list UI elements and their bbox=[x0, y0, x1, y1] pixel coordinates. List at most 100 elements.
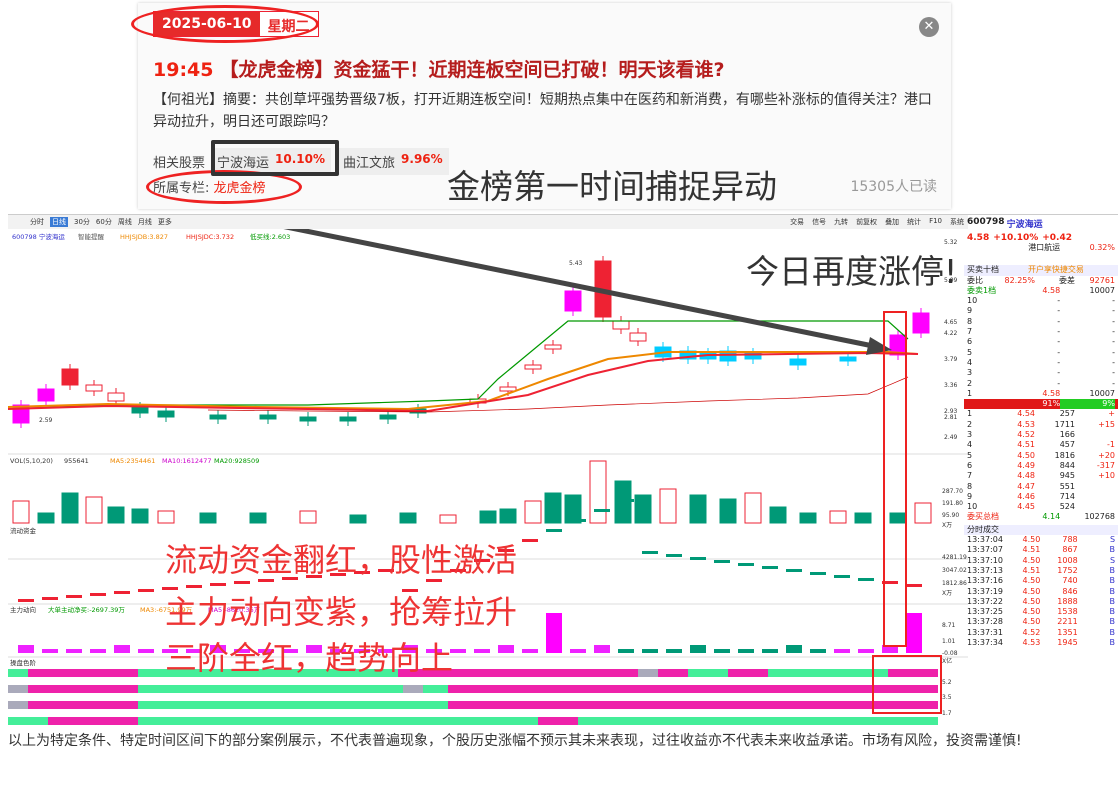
kline-window[interactable]: 分时 日线 30分 60分 周线 月线 更多 交易 信号 九转 前复权 叠加 统… bbox=[8, 214, 1118, 730]
industry-row[interactable]: 港口航运 0.32% bbox=[964, 243, 1118, 253]
main-legend-c: 低买线:2.603 bbox=[250, 232, 290, 241]
tab-monthly[interactable]: 月线 bbox=[138, 217, 152, 227]
buy1-volume: 10007 bbox=[1089, 388, 1115, 398]
quote-diff: +0.42 bbox=[1042, 233, 1072, 243]
menu-overlay[interactable]: 叠加 bbox=[885, 217, 899, 227]
stage-legend: 操盘色阶 bbox=[10, 658, 37, 667]
sell-levels: 10- -9- -8- -7- -6- -5- -4- -3- -2- - bbox=[964, 296, 1118, 389]
flow-bar bbox=[546, 529, 562, 532]
annotation-capture: 金榜第一时间捕捉异动 bbox=[447, 167, 777, 206]
menu-stats[interactable]: 统计 bbox=[907, 217, 921, 227]
menu-trade[interactable]: 交易 bbox=[790, 217, 804, 227]
ratio-row: 委比 82.25% 委差 92761 bbox=[964, 276, 1118, 286]
candle bbox=[912, 312, 930, 334]
volume-bar bbox=[85, 496, 103, 524]
stage-segment bbox=[8, 685, 28, 693]
open-account-link[interactable]: 开户享快捷交易 bbox=[1028, 265, 1115, 275]
stage-segment bbox=[138, 685, 403, 693]
main-flow-bar bbox=[138, 649, 154, 653]
related-label: 相关股票 bbox=[153, 156, 206, 171]
flow-bar bbox=[762, 566, 778, 569]
reader-count: 15305人已读 bbox=[850, 179, 937, 195]
candle bbox=[85, 384, 103, 392]
menu-nine[interactable]: 九转 bbox=[834, 217, 848, 227]
volume-bar bbox=[719, 498, 737, 524]
volume-bar bbox=[829, 510, 847, 524]
candle bbox=[37, 388, 55, 402]
wc-value: 92761 bbox=[1089, 275, 1115, 285]
flow-bar bbox=[714, 560, 730, 563]
main-flow-bar bbox=[714, 649, 730, 653]
menu-signal[interactable]: 信号 bbox=[812, 217, 826, 227]
sub-axis-tick: 1.01 bbox=[942, 638, 956, 645]
news-headline[interactable]: 19:45 【龙虎金榜】资金猛干！近期连板空间已打破！明天该看谁? bbox=[153, 55, 725, 82]
candle bbox=[107, 392, 125, 402]
main-legend2-name: 主力动向 bbox=[10, 605, 36, 614]
stage-segment bbox=[448, 685, 938, 693]
main-legend-a: HHJSJDB:3.827 bbox=[120, 233, 168, 241]
stage-segment bbox=[8, 717, 48, 725]
menu-adjust[interactable]: 前复权 bbox=[856, 217, 877, 227]
candle bbox=[209, 414, 227, 420]
tab-more[interactable]: 更多 bbox=[158, 217, 172, 227]
main-flow-bar bbox=[618, 649, 634, 653]
sell-level: 6-- bbox=[967, 337, 1115, 347]
menu-system[interactable]: 系统 bbox=[950, 217, 964, 227]
candle bbox=[379, 414, 397, 420]
menu-f10[interactable]: F10 bbox=[929, 217, 942, 227]
main-legend-ind: 智能提醒 bbox=[78, 232, 105, 241]
flow-bar bbox=[210, 583, 226, 586]
sell-level: 2-- bbox=[967, 378, 1115, 388]
buy1-label: 1 bbox=[967, 388, 973, 398]
tab-weekly[interactable]: 周线 bbox=[118, 217, 132, 227]
sub-axis-tick: 191.80 bbox=[942, 500, 963, 507]
kline-chart[interactable]: 600798 宁波海运 智能提醒 HHJSJDB:3.827 HHJSJDC:3… bbox=[8, 229, 968, 731]
tick-row: 13:37:10 4.50 1008 S bbox=[967, 555, 1116, 565]
industry-change: 0.32% bbox=[1089, 243, 1115, 252]
wb-label: 委比 bbox=[967, 275, 983, 285]
main-flow-bar bbox=[906, 613, 922, 653]
tick-row: 13:37:34 4.53 1945 B bbox=[967, 637, 1116, 647]
tab-daily[interactable]: 日线 bbox=[50, 217, 68, 227]
flow-bar bbox=[906, 584, 922, 587]
price-tick: 4.22 bbox=[944, 330, 958, 337]
stage-segment bbox=[448, 701, 938, 709]
flow-legend: 流动资金 bbox=[10, 526, 37, 535]
main-flow-bar bbox=[858, 649, 874, 653]
close-icon[interactable]: ✕ bbox=[919, 17, 939, 37]
sub-axis-tick: -0.08 bbox=[942, 650, 958, 657]
stage-segment bbox=[28, 701, 138, 709]
main-flow-bar bbox=[42, 649, 58, 653]
buy1-price: 4.58 bbox=[1042, 388, 1061, 398]
tab-minute[interactable]: 分时 bbox=[30, 217, 44, 227]
tab-60min[interactable]: 60分 bbox=[96, 217, 112, 227]
candle bbox=[61, 368, 79, 386]
flow-bar bbox=[90, 593, 106, 596]
stage-segment bbox=[688, 669, 728, 677]
volume-bar bbox=[564, 494, 582, 524]
main-flow-bar bbox=[810, 649, 826, 653]
sell1-row: 委卖1档 4.58 10007 bbox=[964, 286, 1118, 296]
tick-row: 13:37:19 4.50 846 B bbox=[967, 586, 1116, 596]
quote-panel: 600798 宁波海运 4.58 +10.10% +0.42 港口航运 0.32% 买卖… bbox=[964, 214, 1118, 730]
ma-line-red bbox=[8, 351, 919, 413]
chart-toolbar: 分时 日线 30分 60分 周线 月线 更多 交易 信号 九转 前复权 叠加 统… bbox=[8, 215, 968, 229]
ratio-left: 91% bbox=[1042, 399, 1061, 409]
stock-chip-2[interactable]: 曲江文旅 9.96% bbox=[337, 148, 449, 175]
tab-30min[interactable]: 30分 bbox=[74, 217, 90, 227]
main-flow-bar bbox=[66, 649, 82, 653]
stage-segment bbox=[728, 669, 768, 677]
support-line bbox=[8, 320, 909, 410]
stage-segment bbox=[28, 685, 138, 693]
stage-segment bbox=[538, 717, 578, 725]
volume-bar bbox=[12, 500, 30, 524]
volume-bar bbox=[61, 492, 79, 524]
volume-bar bbox=[157, 510, 175, 524]
candle bbox=[259, 414, 277, 420]
candle bbox=[524, 364, 542, 370]
volume-bar bbox=[799, 512, 817, 524]
flow-bar bbox=[858, 578, 874, 581]
main-legend2-a: 大单主动净买:-2697.39万 bbox=[48, 605, 125, 614]
flow-bar bbox=[666, 554, 682, 557]
sell-level: 9-- bbox=[967, 306, 1115, 316]
